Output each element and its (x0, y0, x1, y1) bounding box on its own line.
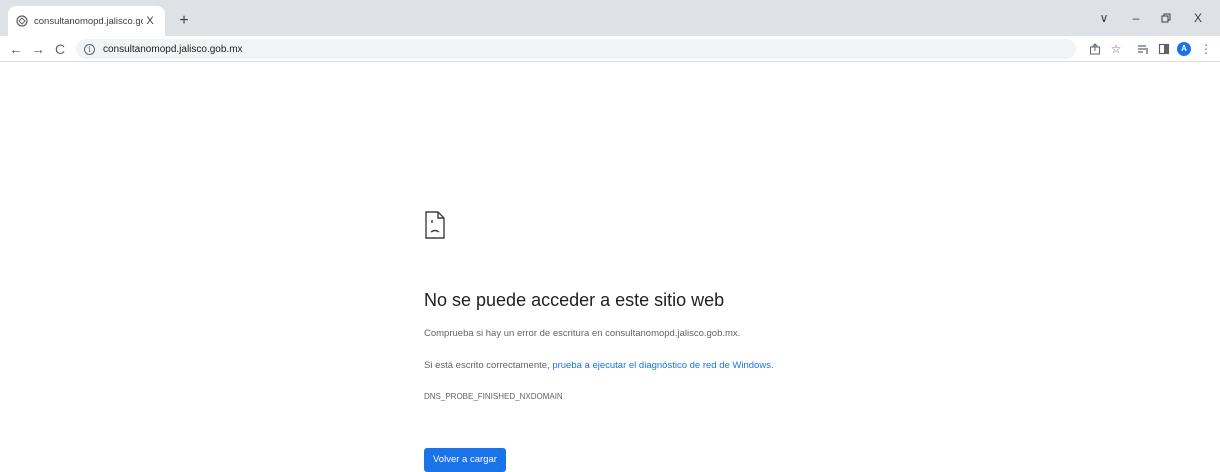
diagnostics-hint: Si está escrito correctamente, prueba a … (424, 360, 774, 371)
error-code: DNS_PROBE_FINISHED_NXDOMAIN (424, 392, 563, 401)
diagnostics-prefix: Si está escrito correctamente, (424, 360, 553, 371)
tab-close-icon[interactable]: X (143, 14, 157, 28)
back-button[interactable]: ← (6, 39, 26, 59)
menu-icon[interactable]: ⋮ (1198, 41, 1214, 57)
error-headline: No se puede acceder a este sitio web (424, 290, 725, 310)
sad-page-icon (424, 210, 446, 240)
diagnostics-suffix: . (770, 360, 774, 371)
tab-strip: consultanomopd.jalisco.gob.mx X + ∨ – X (0, 0, 1220, 36)
tab-search-icon[interactable]: ∨ (1090, 8, 1118, 28)
side-panel-icon[interactable] (1156, 41, 1172, 57)
profile-avatar[interactable]: A (1177, 42, 1191, 56)
window-close-icon[interactable]: X (1184, 8, 1212, 28)
url-text[interactable]: consultanomopd.jalisco.gob.mx (103, 44, 243, 55)
browser-toolbar: ← → C i consultanomopd.jalisco.gob.mx ☆ … (0, 36, 1220, 62)
info-icon[interactable]: i (84, 43, 95, 55)
tab-title: consultanomopd.jalisco.gob.mx (34, 15, 143, 27)
reload-button[interactable]: Volver a cargar (424, 448, 506, 472)
minimize-icon[interactable]: – (1122, 8, 1150, 28)
share-icon[interactable] (1087, 41, 1103, 57)
network-diagnostics-link[interactable]: prueba a ejecutar el diagnóstico de red … (552, 360, 771, 371)
address-bar[interactable]: i consultanomopd.jalisco.gob.mx (76, 39, 1076, 59)
active-tab[interactable]: consultanomopd.jalisco.gob.mx X (8, 6, 165, 36)
bookmark-star-icon[interactable]: ☆ (1108, 41, 1124, 57)
reading-list-icon[interactable] (1135, 41, 1151, 57)
new-tab-button[interactable]: + (174, 11, 194, 31)
reload-page-button[interactable]: C (50, 39, 70, 59)
typo-hint: Comprueba si hay un error de escritura e… (424, 328, 741, 339)
globe-icon (16, 15, 28, 27)
forward-button[interactable]: → (28, 39, 48, 59)
restore-icon[interactable] (1152, 8, 1180, 28)
